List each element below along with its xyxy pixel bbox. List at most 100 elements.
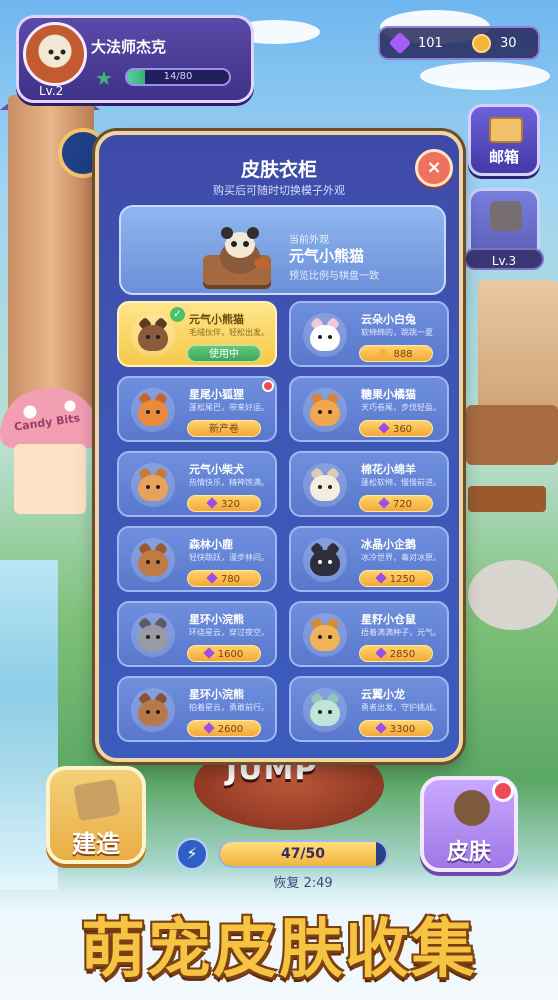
star-icon: ★ (95, 66, 113, 90)
skin-card[interactable]: 星环小浣熊 环绕星云，穿过夜空。 1600 (117, 601, 277, 667)
gem-icon (375, 647, 387, 659)
skin-status: 1600 (217, 649, 244, 660)
pet-portrait-icon (303, 538, 347, 582)
price-button[interactable]: 新产卷 (187, 420, 261, 437)
price-button[interactable]: 2600 (187, 720, 261, 737)
coin-count: 30 (500, 36, 517, 51)
build-button[interactable]: 建造 (46, 766, 146, 864)
gem-icon (378, 422, 390, 434)
modal-title: 皮肤衣柜 (240, 159, 317, 181)
price-button[interactable]: 320 (187, 495, 261, 512)
build-label: 建造 (72, 830, 120, 858)
gem-icon (388, 31, 412, 55)
skin-grid: ✓ 元气小熊猫 毛绒伙伴，轻松出发。 使用中 云朵小白兔 软绵绵的，跳跳一夏 888 星尾小狐… (117, 301, 449, 758)
red-panda-face-icon (48, 49, 66, 60)
pet-portrait-icon (131, 388, 175, 432)
locked-feature-icon (490, 201, 522, 231)
skin-status: 780 (220, 574, 241, 585)
pet-portrait-icon (131, 313, 175, 357)
skin-desc: 勇者出发，守护挑战。 (361, 703, 441, 712)
signpost (468, 486, 546, 512)
skin-desc: 热情快乐，精神饱满。 (189, 478, 269, 487)
currency-bar[interactable]: 101 30 (378, 26, 540, 60)
skin-card[interactable]: 森林小鹿轻快跳跃，漫步林间。 780 (117, 526, 277, 592)
skin-card[interactable]: 星籽小仓鼠 捂着满满种子，元气。 2850 (289, 601, 449, 667)
skin-desc: 轻快跳跃，漫步林间。 (189, 553, 269, 562)
skin-card[interactable]: 云翼小龙 勇者出发，守护挑战。 3300 (289, 676, 449, 742)
xp-bar: 14/80 (125, 68, 231, 86)
red-panda-preview-icon (220, 227, 270, 274)
price-button[interactable]: 1250 (359, 570, 433, 587)
notification-dot (492, 780, 514, 802)
pet-portrait-icon (303, 688, 347, 732)
xp-text: 14/80 (163, 71, 193, 82)
skin-name: 森林小鹿 (189, 538, 233, 551)
skin-status: 1250 (389, 574, 416, 585)
in-use-badge: 使用中 (187, 345, 261, 362)
modal-subtitle: 购买后可随时切换模子外观 (213, 184, 345, 197)
mail-button[interactable]: 邮箱 (468, 104, 540, 176)
skin-card[interactable]: 棉花小绵羊蓬松软绵，慢慢前进。 720 (289, 451, 449, 517)
pet-portrait-icon (303, 613, 347, 657)
mushroom-shop: Candy Bits (0, 388, 100, 518)
skin-name: 元气小熊猫 (189, 313, 244, 326)
skin-desc: 蓬松软绵，慢慢前进。 (361, 478, 441, 487)
skin-card[interactable]: 元气小柴犬热情快乐，精神饱满。 320 (117, 451, 277, 517)
gem-icon (203, 722, 215, 734)
price-button[interactable]: 720 (359, 495, 433, 512)
skin-name: 星尾小狐狸 (189, 388, 244, 401)
pet-portrait-icon (303, 388, 347, 432)
skin-card[interactable]: 星尾小狐狸 蓬松尾巴，带来好运。 新产卷 (117, 376, 277, 442)
pet-portrait-icon (131, 538, 175, 582)
skin-name: 冰晶小企鹅 (361, 538, 416, 551)
stone-platform (468, 560, 558, 630)
avatar[interactable] (23, 22, 87, 86)
skin-card[interactable]: 星环小浣熊拍着星云，勇敢前行。 2600 (117, 676, 277, 742)
pet-portrait-icon (303, 313, 347, 357)
skin-status: 360 (392, 424, 413, 435)
current-skin-preview: 当前外观 元气小熊猫 预览比例与棋盘一致 (119, 205, 446, 295)
price-button[interactable]: 3300 (359, 720, 433, 737)
skin-label: 皮肤 (446, 840, 491, 865)
pet-portrait-icon (131, 613, 175, 657)
price-button[interactable]: 1600 (187, 645, 261, 662)
price-button[interactable]: 360 (359, 420, 433, 437)
close-button[interactable]: × (415, 149, 453, 187)
gem-icon (375, 722, 387, 734)
gem-icon (375, 572, 387, 584)
skin-card[interactable]: 糖果小橘猫天巧卷尾，步伐轻盈。 360 (289, 376, 449, 442)
coin-icon (472, 34, 491, 53)
skin-card[interactable]: 冰晶小企鹅 冰冷世界，毒对冰原。 1250 (289, 526, 449, 592)
skin-name: 棉花小绵羊 (361, 463, 416, 476)
skin-status: 720 (392, 499, 413, 510)
skin-desc: 拍着星云，勇敢前行。 (189, 703, 269, 712)
skin-card[interactable]: ✓ 元气小熊猫 毛绒伙伴，轻松出发。 使用中 (117, 301, 277, 367)
skin-desc: 天巧卷尾，步伐轻盈。 (361, 403, 441, 412)
skin-status: 新产卷 (209, 424, 239, 435)
skin-name: 元气小柴犬 (189, 463, 244, 476)
skin-status: 3300 (389, 724, 416, 735)
price-button[interactable]: 2850 (359, 645, 433, 662)
price-button[interactable]: 780 (187, 570, 261, 587)
skin-card[interactable]: 云朵小白兔 软绵绵的，跳跳一夏 888 (289, 301, 449, 367)
new-badge-dot (262, 380, 274, 392)
lightning-icon: ⚡ (176, 838, 208, 870)
recover-timer: 恢复 2:49 (273, 876, 333, 891)
skin-status: 2850 (389, 649, 416, 660)
gem-icon (378, 497, 390, 509)
promo-banner: 萌宠皮肤收集 (81, 913, 477, 987)
skin-name: 星环小浣熊 (189, 613, 244, 626)
skin-name: 星环小浣熊 (189, 688, 244, 701)
skin-name: 星籽小仓鼠 (361, 613, 416, 626)
price-button[interactable]: 888 (359, 345, 433, 362)
energy-bar: 47/50 (218, 840, 388, 868)
player-panel[interactable]: Lv.2 大法师杰克 ★ 14/80 (16, 15, 254, 103)
skin-name: 云朵小白兔 (361, 313, 416, 326)
pet-portrait-icon (131, 688, 175, 732)
current-skin-name: 元气小熊猫 (289, 247, 365, 265)
mail-label: 邮箱 (488, 148, 519, 166)
gem-icon (206, 572, 218, 584)
gem-icon (206, 497, 218, 509)
gem-icon (203, 647, 215, 659)
skin-name: 糖果小橘猫 (361, 388, 416, 401)
